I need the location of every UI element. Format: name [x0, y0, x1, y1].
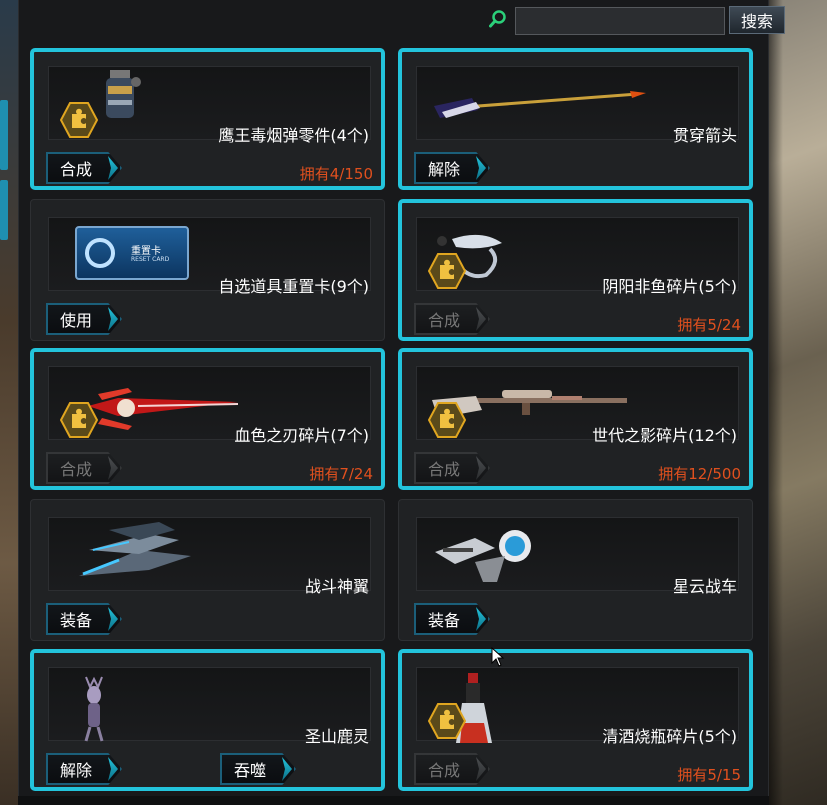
synthesize-button[interactable]: 合成: [414, 753, 490, 785]
item-name: 战斗神翼: [304, 577, 369, 596]
equip-button[interactable]: 装备: [46, 603, 122, 635]
item-card[interactable]: 阴阳非鱼碎片(5个) 合成 拥有5/24: [398, 199, 753, 341]
puzzle-badge-icon: [428, 253, 466, 289]
background-ui-bar: [0, 100, 8, 170]
inventory-panel: 搜索 鹰王毒烟弹零件(4个) 合成 拥有4/150 贯穿箭头 解除 重置卡 RE…: [18, 0, 785, 805]
item-card[interactable]: 世代之影碎片(12个) 合成 拥有12/500: [398, 348, 753, 490]
synthesize-button[interactable]: 合成: [46, 452, 122, 484]
item-name: 世代之影碎片(12个): [592, 426, 737, 445]
item-name: 血色之刃碎片(7个): [234, 426, 369, 445]
item-card[interactable]: 清酒烧瓶碎片(5个) 合成 拥有5/15: [398, 649, 753, 791]
search-icon[interactable]: [489, 10, 507, 28]
arrow-icon: [434, 91, 646, 118]
reset-card-icon: 重置卡 RESET CARD: [75, 226, 189, 280]
puzzle-badge-icon: [428, 703, 466, 739]
grenade-icon: [106, 70, 141, 118]
blade-icon: [88, 388, 238, 430]
item-card[interactable]: 贯穿箭头 解除: [398, 48, 753, 190]
synthesize-button[interactable]: 合成: [414, 303, 490, 335]
item-card[interactable]: 星云战车 装备: [398, 499, 753, 641]
item-name: 鹰王毒烟弹零件(4个): [218, 126, 369, 145]
item-card[interactable]: 重置卡 RESET CARD 自选道具重置卡(9个) 使用: [30, 199, 385, 341]
panel-footer: [18, 796, 769, 805]
item-name: 贯穿箭头: [672, 126, 737, 145]
item-card[interactable]: 圣山鹿灵 解除 吞噬: [30, 649, 385, 791]
owned-count: 拥有5/15: [677, 766, 741, 784]
item-card[interactable]: 鹰王毒烟弹零件(4个) 合成 拥有4/150: [30, 48, 385, 190]
unequip-button[interactable]: 解除: [46, 753, 122, 785]
background-ui-bar: [0, 180, 8, 240]
reset-card-subtext: RESET CARD: [131, 256, 170, 263]
search-button[interactable]: 搜索: [729, 6, 785, 34]
background-right: [769, 0, 827, 805]
synthesize-button[interactable]: 合成: [414, 452, 490, 484]
item-name: 圣山鹿灵: [304, 727, 369, 746]
puzzle-badge-icon: [428, 402, 466, 438]
use-button[interactable]: 使用: [46, 303, 122, 335]
wings-icon: [79, 522, 191, 576]
item-name: 阴阳非鱼碎片(5个): [602, 277, 737, 296]
mouse-cursor-icon: [491, 647, 505, 667]
item-name: 自选道具重置卡(9个): [218, 277, 369, 296]
owned-count: 拥有4/150: [299, 165, 373, 183]
owned-count: 拥有5/24: [677, 316, 741, 334]
deer-spirit-icon: [84, 676, 104, 742]
item-card[interactable]: 血色之刃碎片(7个) 合成 拥有7/24: [30, 348, 385, 490]
reset-card-text: 重置卡: [131, 246, 161, 257]
owned-count: 拥有12/500: [658, 465, 741, 483]
vehicle-icon: [435, 530, 531, 582]
search-input[interactable]: [515, 7, 725, 35]
puzzle-badge-icon: [60, 402, 98, 438]
owned-count: 拥有7/24: [309, 465, 373, 483]
item-card[interactable]: 战斗神翼 装备: [30, 499, 385, 641]
equip-button[interactable]: 装备: [414, 603, 490, 635]
item-name: 星云战车: [672, 577, 737, 596]
synthesize-button[interactable]: 合成: [46, 152, 122, 184]
unequip-button[interactable]: 解除: [414, 152, 490, 184]
devour-button[interactable]: 吞噬: [220, 753, 296, 785]
item-name: 清酒烧瓶碎片(5个): [602, 727, 737, 746]
puzzle-badge-icon: [60, 102, 98, 138]
